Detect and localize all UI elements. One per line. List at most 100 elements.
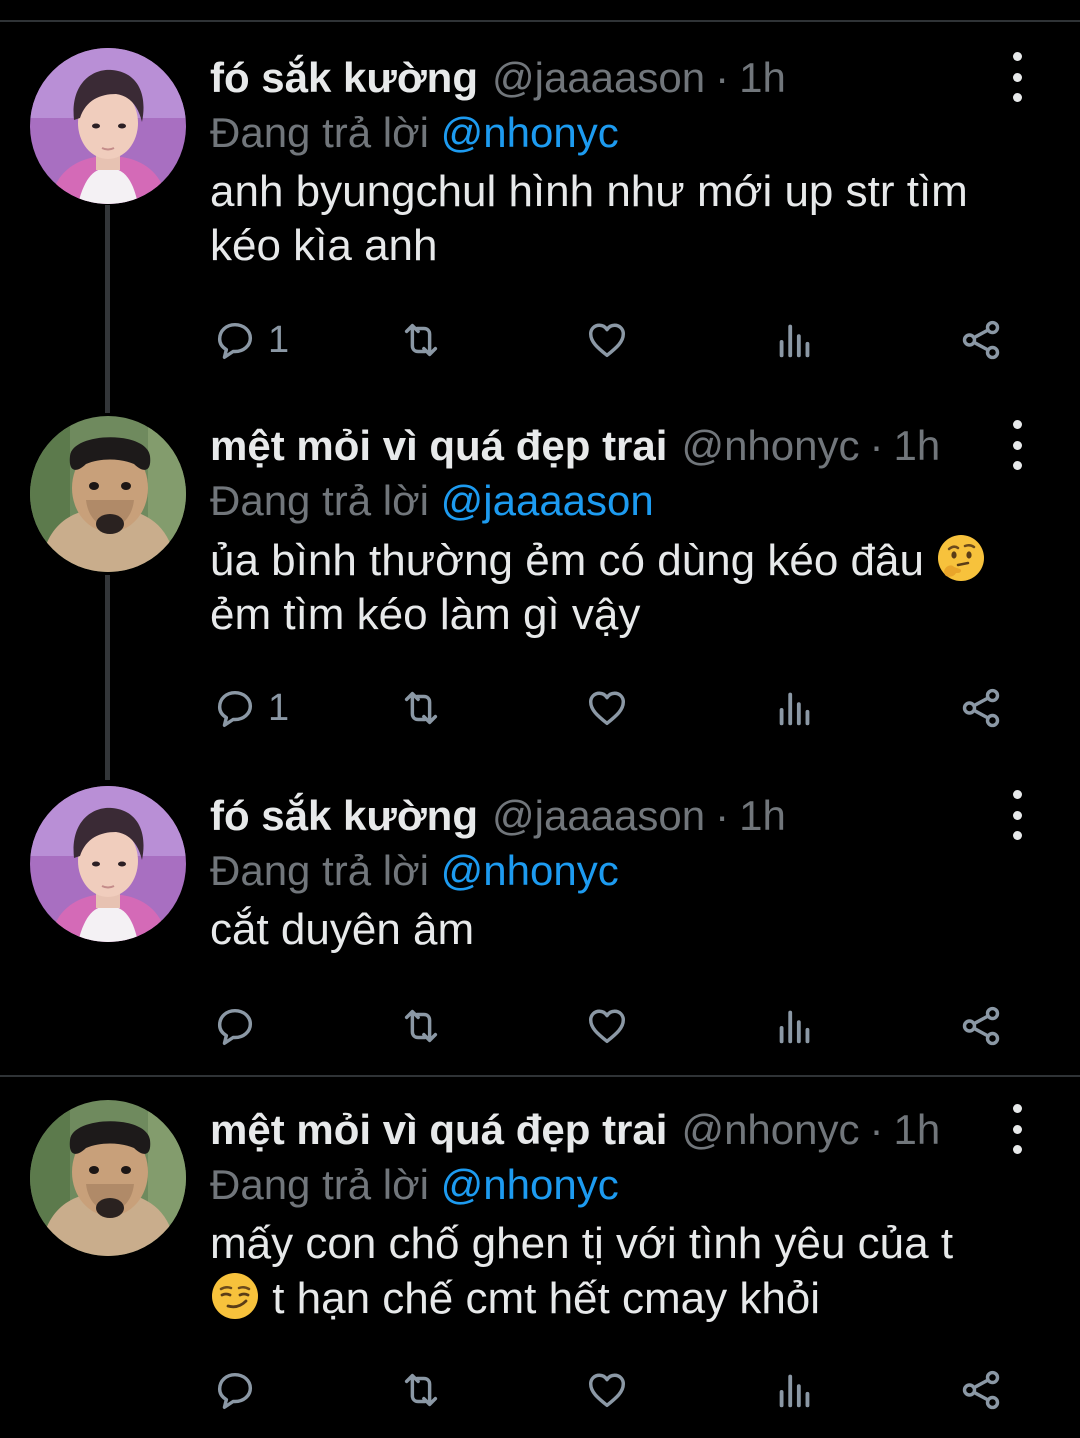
- tweet-text-line: mấy con chố ghen tị với tình yêu của t: [210, 1219, 954, 1268]
- timestamp[interactable]: 1h: [739, 786, 786, 846]
- timestamp[interactable]: 1h: [894, 416, 941, 476]
- reply-icon: [212, 685, 258, 731]
- more-options-icon[interactable]: [1000, 420, 1034, 470]
- replying-to-mention[interactable]: @nhonyc: [441, 847, 619, 894]
- display-name[interactable]: mệt mỏi vì quá đẹp trai: [210, 1100, 667, 1160]
- separator-dot: ·: [715, 54, 730, 101]
- views-button[interactable]: [772, 996, 818, 1056]
- tweet-header: mệt mỏi vì quá đẹp trai @nhonyc · 1h: [210, 416, 940, 476]
- tweet-header: mệt mỏi vì quá đẹp trai @nhonyc · 1h: [210, 1100, 940, 1160]
- share-icon: [958, 1003, 1004, 1049]
- views-icon: [772, 685, 818, 731]
- tweet-text: cắt duyên âm: [210, 903, 1040, 957]
- tweet-text-line: anh byungchul hình như mới up str tìm: [210, 167, 968, 216]
- like-button[interactable]: [584, 1360, 630, 1420]
- retweet-icon: [398, 685, 444, 731]
- heart-icon: [584, 1367, 630, 1413]
- share-icon: [958, 685, 1004, 731]
- reply-icon: [212, 1367, 258, 1413]
- replying-to: Đang trả lời @nhonyc: [210, 842, 619, 900]
- heart-icon: [584, 1003, 630, 1049]
- like-button[interactable]: [584, 996, 630, 1056]
- more-options-icon[interactable]: [1000, 790, 1034, 840]
- retweet-button[interactable]: [398, 996, 444, 1056]
- share-button[interactable]: [958, 678, 1004, 738]
- timestamp[interactable]: 1h: [894, 1100, 941, 1160]
- tweet-text-line: ẻm tìm kéo làm gì vậy: [210, 590, 641, 639]
- tweet-text-line: kéo kìa anh: [210, 221, 438, 270]
- replying-to-mention[interactable]: @nhonyc: [441, 109, 619, 156]
- share-button[interactable]: [958, 996, 1004, 1056]
- tweet-text-segment: t hạn chế cmt hết cmay khỏi: [260, 1274, 821, 1323]
- reply-icon: [212, 317, 258, 363]
- retweet-icon: [398, 1003, 444, 1049]
- more-options-icon[interactable]: [1000, 52, 1034, 102]
- replying-to-label: Đang trả lời: [210, 109, 441, 156]
- reply-count: 1: [268, 686, 290, 729]
- heart-icon: [584, 317, 630, 363]
- display-name[interactable]: mệt mỏi vì quá đẹp trai: [210, 416, 667, 476]
- views-button[interactable]: [772, 310, 818, 370]
- views-icon: [772, 1367, 818, 1413]
- timestamp[interactable]: 1h: [739, 48, 786, 108]
- retweet-icon: [398, 1367, 444, 1413]
- tweet[interactable]: fó sắk kường @jaaaason · 1h Đang trả lời…: [0, 18, 1080, 388]
- user-handle[interactable]: @nhonyc: [681, 416, 859, 476]
- views-button[interactable]: [772, 678, 818, 738]
- user-handle[interactable]: @jaaaason: [492, 786, 705, 846]
- display-name[interactable]: fó sắk kường: [210, 786, 478, 846]
- avatar[interactable]: [30, 416, 186, 572]
- tweet-header: fó sắk kường @jaaaason · 1h: [210, 786, 786, 846]
- reply-icon: [212, 1003, 258, 1049]
- tweet-actions: [210, 996, 1030, 1056]
- tweet-text-segment: ủa bình thường ẻm có dùng kéo đâu: [210, 536, 924, 585]
- share-button[interactable]: [958, 310, 1004, 370]
- tweet-actions: 1: [210, 678, 1030, 738]
- tweet-text: ủa bình thường ẻm có dùng kéo đâu ẻm tìm…: [210, 533, 1040, 642]
- display-name[interactable]: fó sắk kường: [210, 48, 478, 108]
- reply-button[interactable]: 1: [212, 678, 289, 738]
- like-button[interactable]: [584, 678, 630, 738]
- replying-to: Đang trả lời @nhonyc: [210, 104, 619, 162]
- retweet-icon: [398, 317, 444, 363]
- like-button[interactable]: [584, 310, 630, 370]
- tweet[interactable]: mệt mỏi vì quá đẹp trai @nhonyc · 1h Đan…: [0, 1070, 1080, 1438]
- views-icon: [772, 1003, 818, 1049]
- replying-to-mention[interactable]: @nhonyc: [441, 1161, 619, 1208]
- heart-icon: [584, 685, 630, 731]
- avatar[interactable]: [30, 1100, 186, 1256]
- tweet-actions: [210, 1360, 1030, 1420]
- views-icon: [772, 317, 818, 363]
- share-button[interactable]: [958, 1360, 1004, 1420]
- separator-dot: ·: [869, 1106, 884, 1153]
- replying-to-label: Đang trả lời: [210, 847, 441, 894]
- tweet-text: anh byungchul hình như mới up str tìm ké…: [210, 165, 1040, 273]
- user-handle[interactable]: @jaaaason: [492, 48, 705, 108]
- tweet-actions: 1: [210, 310, 1030, 370]
- reply-button[interactable]: 1: [212, 310, 289, 370]
- retweet-button[interactable]: [398, 678, 444, 738]
- tweet-header: fó sắk kường @jaaaason · 1h: [210, 48, 786, 108]
- separator-dot: ·: [715, 792, 730, 839]
- tweet-text-line: cắt duyên âm: [210, 905, 475, 954]
- reply-button[interactable]: [212, 996, 258, 1056]
- more-options-icon[interactable]: [1000, 1104, 1034, 1154]
- user-handle[interactable]: @nhonyc: [681, 1100, 859, 1160]
- reply-button[interactable]: [212, 1360, 258, 1420]
- tweet-text-line: t hạn chế cmt hết cmay khỏi: [210, 1271, 1040, 1326]
- thinking-face-emoji: [936, 533, 986, 583]
- tweet[interactable]: fó sắk kường @jaaaason · 1h Đang trả lời…: [0, 756, 1080, 1074]
- replying-to-mention[interactable]: @jaaaason: [441, 477, 654, 524]
- avatar[interactable]: [30, 786, 186, 942]
- tweet-text: mấy con chố ghen tị với tình yêu của t t…: [210, 1217, 1040, 1326]
- views-button[interactable]: [772, 1360, 818, 1420]
- retweet-button[interactable]: [398, 1360, 444, 1420]
- avatar[interactable]: [30, 48, 186, 204]
- replying-to-label: Đang trả lời: [210, 1161, 441, 1208]
- smirking-face-emoji: [210, 1271, 260, 1321]
- reply-count: 1: [268, 318, 290, 361]
- tweet[interactable]: mệt mỏi vì quá đẹp trai @nhonyc · 1h Đan…: [0, 386, 1080, 756]
- retweet-button[interactable]: [398, 310, 444, 370]
- tweet-text-line: ủa bình thường ẻm có dùng kéo đâu: [210, 533, 1040, 588]
- share-icon: [958, 317, 1004, 363]
